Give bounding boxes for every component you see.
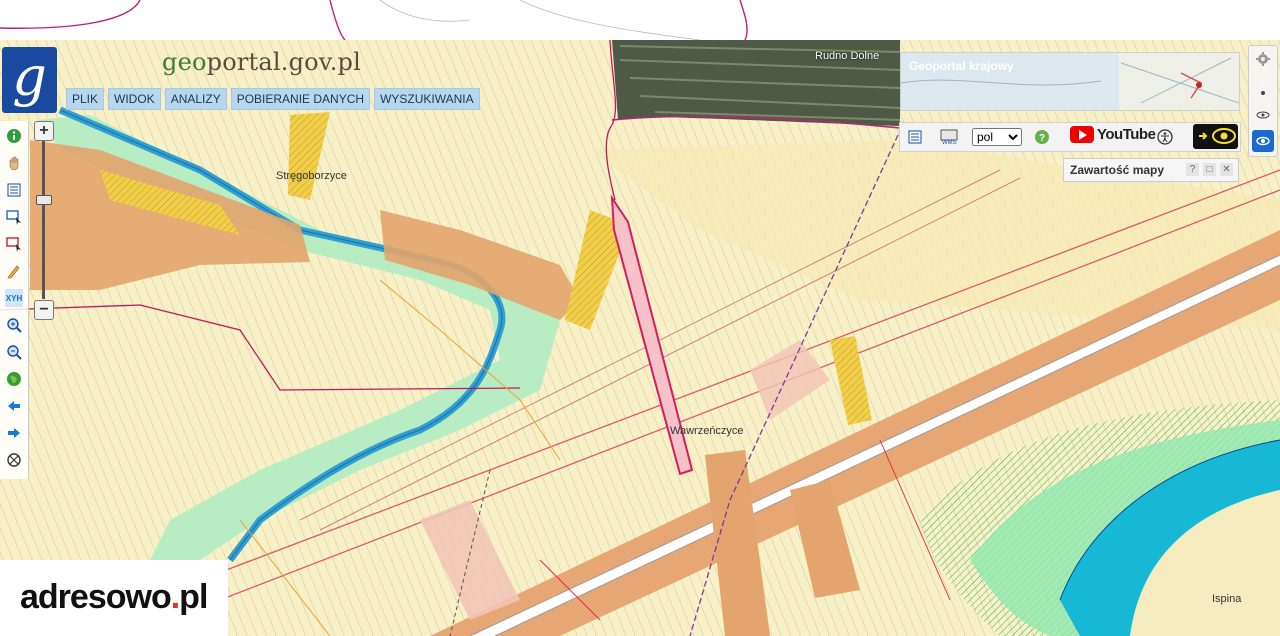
- panel-close-button[interactable]: ✕: [1220, 163, 1233, 176]
- svg-text:?: ?: [1039, 133, 1045, 144]
- site-title-rest: portal.gov.pl: [206, 48, 361, 76]
- globe-icon[interactable]: [5, 370, 23, 388]
- overview-map[interactable]: Geoportal krajowy: [900, 52, 1240, 111]
- zoom-in-icon[interactable]: [5, 316, 23, 334]
- dot-icon[interactable]: [1254, 84, 1272, 102]
- left-toolbar: XYH: [0, 121, 29, 479]
- right-toolbar: WMS pol ? YouTube: [899, 122, 1241, 152]
- youtube-icon: [1070, 126, 1094, 143]
- visibility-icon[interactable]: [1254, 106, 1272, 124]
- wms-icon[interactable]: WMS: [940, 128, 958, 146]
- map-content-panel: Zawartość mapy ? □ ✕: [1063, 158, 1239, 182]
- legend-icon[interactable]: [5, 181, 23, 199]
- zoom-in-button[interactable]: +: [34, 121, 54, 141]
- youtube-label: YouTube: [1097, 126, 1156, 143]
- place-label-rudno: Rudno Dolne: [815, 50, 880, 62]
- help-icon[interactable]: ?: [1033, 128, 1051, 146]
- youtube-link[interactable]: YouTube: [1070, 126, 1156, 143]
- place-label-wawrzenczyce: Wawrzeńczyce: [670, 425, 744, 437]
- watermark-tld: pl: [179, 578, 208, 616]
- zoom-out-icon[interactable]: [5, 343, 23, 361]
- pan-hand-icon[interactable]: [5, 154, 23, 172]
- menu-plik[interactable]: PLIK: [66, 88, 105, 110]
- map-content-title: Zawartość mapy: [1070, 163, 1165, 177]
- place-label-strzegoborzyce: Stręgoborzyce: [276, 170, 347, 182]
- main-menu: PLIK WIDOK ANALIZY POBIERANIE DANYCH WYS…: [66, 88, 480, 110]
- clear-icon[interactable]: [5, 451, 23, 469]
- zoom-handle[interactable]: [36, 195, 52, 205]
- adresowo-watermark: adresowo.pl: [0, 560, 228, 636]
- site-title: geoportal.gov.pl: [162, 48, 361, 76]
- menu-analizy[interactable]: ANALIZY: [164, 88, 227, 110]
- panel-help-button[interactable]: ?: [1186, 163, 1199, 176]
- side-panel-right: [1248, 45, 1278, 157]
- back-arrow-icon[interactable]: [5, 397, 23, 415]
- geoportal-logo[interactable]: g: [2, 47, 57, 113]
- watermark-dot: .: [170, 578, 181, 616]
- select-red-icon[interactable]: [5, 235, 23, 253]
- svg-text:WMS: WMS: [942, 140, 957, 145]
- draw-pencil-icon[interactable]: [5, 262, 23, 280]
- gear-icon[interactable]: [1254, 50, 1272, 68]
- panel-maximize-button[interactable]: □: [1203, 163, 1216, 176]
- menu-widok[interactable]: WIDOK: [108, 88, 161, 110]
- info-icon[interactable]: [5, 127, 23, 145]
- zoom-out-button[interactable]: −: [34, 300, 54, 320]
- watermark-name: adresowo: [20, 578, 172, 616]
- language-select[interactable]: pol: [972, 128, 1022, 146]
- forward-arrow-icon[interactable]: [5, 424, 23, 442]
- site-title-prefix: geo: [162, 48, 207, 76]
- accessibility-icon[interactable]: [1156, 128, 1174, 146]
- legend-icon[interactable]: [906, 128, 924, 146]
- menu-wyszukiwania[interactable]: WYSZUKIWANIA: [374, 88, 480, 110]
- logo-letter: g: [12, 45, 47, 108]
- eye-toggle-button[interactable]: [1193, 124, 1238, 149]
- xyh-icon[interactable]: XYH: [5, 289, 23, 307]
- layer-eye-icon[interactable]: [1252, 130, 1274, 152]
- menu-pobieranie-danych[interactable]: POBIERANIE DANYCH: [230, 88, 371, 110]
- eye-icon: [1199, 128, 1236, 144]
- select-box-icon[interactable]: [5, 208, 23, 226]
- zoom-track[interactable]: [42, 141, 45, 299]
- zoom-slider: + −: [34, 121, 54, 321]
- overview-label: Geoportal krajowy: [909, 59, 1014, 73]
- watermark-text: adresowo.pl: [20, 578, 208, 617]
- place-label-ispina: Ispina: [1212, 593, 1242, 605]
